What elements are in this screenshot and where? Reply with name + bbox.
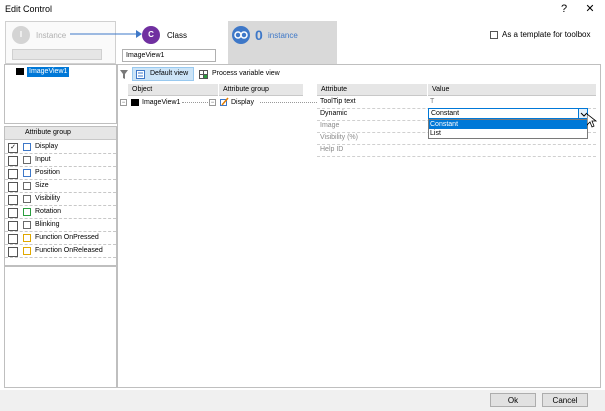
object-column-header[interactable]: Object xyxy=(128,84,218,96)
function-onpressed-icon xyxy=(23,234,31,242)
process-view-button[interactable]: Process variable view xyxy=(212,70,280,77)
attribute-group-checkbox[interactable]: ✓ xyxy=(8,143,18,153)
attribute-group-item[interactable]: ✓ Display xyxy=(5,141,116,154)
template-checkbox[interactable] xyxy=(490,31,498,39)
attribute-name: Help ID xyxy=(320,146,344,153)
attribute-group-list: ✓ Display Input Position Size Visibility Rotat… xyxy=(5,141,116,258)
attribute-group-label: Function OnPressed xyxy=(35,234,99,241)
attribute-group-label: Input xyxy=(35,156,51,163)
empty-panel xyxy=(4,266,117,388)
attribute-group-checkbox[interactable] xyxy=(8,195,18,205)
attribute-row[interactable]: Help ID xyxy=(317,145,596,157)
collapse-object-icon[interactable]: − xyxy=(120,99,127,106)
attribute-group-label: Display xyxy=(35,143,58,150)
attribute-group-checkbox[interactable] xyxy=(8,169,18,179)
tree-connector xyxy=(182,102,208,103)
collapse-group-icon[interactable]: − xyxy=(209,99,216,106)
attribute-group-column-header[interactable]: Attribute group xyxy=(219,84,303,96)
attribute-name: ToolTip text xyxy=(320,98,356,105)
class-name-field[interactable]: ImageView1 xyxy=(122,49,216,62)
instance-count-label: instance xyxy=(268,31,298,40)
attribute-group-item[interactable]: Input xyxy=(5,154,116,167)
class-icon: C xyxy=(142,26,160,44)
value-column-header[interactable]: Value xyxy=(428,84,596,96)
attribute-group-label: Function OnReleased xyxy=(35,247,103,254)
input-icon xyxy=(23,156,31,164)
image-object-icon xyxy=(16,68,24,75)
tree-item-imageview1[interactable]: ImageView1 xyxy=(27,67,70,77)
position-icon xyxy=(23,169,31,177)
attribute-group-checkbox[interactable] xyxy=(8,221,18,231)
instance-label: Instance xyxy=(36,31,67,40)
attribute-group-checkbox[interactable] xyxy=(8,156,18,166)
dynamic-select[interactable]: Constant xyxy=(428,108,587,119)
attribute-group-label: Blinking xyxy=(35,221,60,228)
template-checkbox-label: As a template for toolbox xyxy=(502,30,591,39)
attribute-group-item[interactable]: Blinking xyxy=(5,219,116,232)
attribute-name: Visibility (%) xyxy=(320,134,358,141)
cancel-button[interactable]: Cancel xyxy=(542,393,588,407)
attribute-group-checkbox[interactable] xyxy=(8,247,18,257)
attribute-group-checkbox[interactable] xyxy=(8,208,18,218)
title-bar xyxy=(0,0,605,20)
attribute-group-label: Size xyxy=(35,182,49,189)
attribute-group-item[interactable]: Rotation xyxy=(5,206,116,219)
blinking-icon xyxy=(23,221,31,229)
attribute-name: Dynamic xyxy=(320,110,348,117)
attribute-name: Image xyxy=(320,122,340,129)
attribute-group-item[interactable]: Function OnReleased xyxy=(5,245,116,258)
image-object-icon xyxy=(131,99,139,106)
rotation-icon xyxy=(23,208,31,216)
instance-count: 0 xyxy=(255,27,263,43)
filter-icon[interactable] xyxy=(120,70,128,79)
attribute-group-item[interactable]: Position xyxy=(5,167,116,180)
tree-connector xyxy=(260,102,317,103)
attribute-group-checkbox[interactable] xyxy=(8,234,18,244)
display-icon xyxy=(220,97,229,106)
mouse-cursor-icon xyxy=(587,114,597,128)
instance-icon: I xyxy=(12,26,30,44)
process-view-icon xyxy=(199,70,208,79)
class-label: Class xyxy=(167,31,188,40)
attribute-group-header: Attribute group xyxy=(5,127,116,140)
close-button[interactable]: ✕ xyxy=(583,2,597,16)
option-constant[interactable]: Constant xyxy=(429,120,587,129)
arrow-icon xyxy=(70,30,142,38)
attribute-group-item[interactable]: Function OnPressed xyxy=(5,232,116,245)
default-view-icon xyxy=(136,70,145,79)
instance-name-field xyxy=(12,49,102,60)
attribute-group-label: Position xyxy=(35,169,60,176)
attribute-group-label: Visibility xyxy=(35,195,61,202)
link-icon xyxy=(232,26,250,44)
object-row-name[interactable]: ImageView1 xyxy=(142,97,180,109)
attribute-group-item[interactable]: Visibility xyxy=(5,193,116,206)
function-onreleased-icon xyxy=(23,247,31,255)
attribute-group-checkbox[interactable] xyxy=(8,182,18,192)
visibility-icon xyxy=(23,195,31,203)
attribute-group-label: Rotation xyxy=(35,208,62,215)
object-row-group[interactable]: Display xyxy=(231,97,254,109)
help-button[interactable]: ? xyxy=(557,2,571,16)
default-view-label: Default view xyxy=(150,70,189,77)
text-type-icon: T xyxy=(430,98,435,105)
ok-button[interactable]: Ok xyxy=(490,393,536,407)
display-icon xyxy=(23,143,31,151)
option-list[interactable]: List xyxy=(429,129,587,138)
attribute-group-item[interactable]: Size xyxy=(5,180,116,193)
window-title: Edit Control xyxy=(5,4,53,14)
size-icon xyxy=(23,182,31,190)
attribute-column-header[interactable]: Attribute xyxy=(317,84,427,96)
